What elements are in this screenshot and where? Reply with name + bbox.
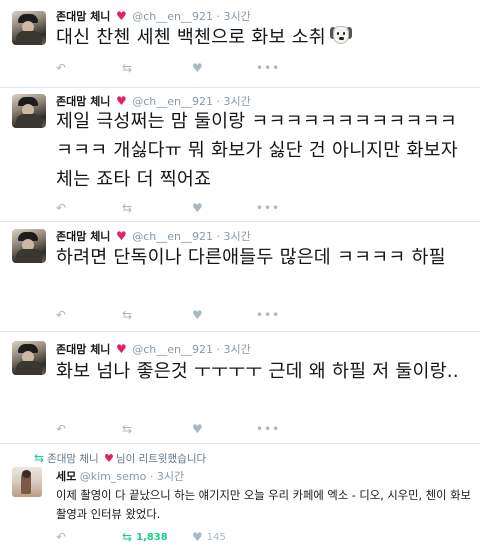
heart-icon: ♥ [115,342,127,356]
like-icon: ♥ [192,530,203,544]
avatar[interactable] [12,467,42,497]
retweet-icon[interactable]: ⇆ [122,422,132,436]
reply-icon[interactable]: ↶ [56,422,66,436]
timestamp[interactable]: 3시간 [223,10,250,23]
like-icon[interactable]: ♥ [192,61,203,75]
tweet[interactable]: 존대맘 체니 ♥ @ch__en__921 · 3시간 대신 찬첸 세첸 백첸으… [0,0,480,88]
avatar[interactable] [12,94,46,128]
separator-dot: · [216,10,220,23]
tweet-actions: ↶ ⇆ ♥ ••• [56,308,286,322]
reply-icon[interactable]: ↶ [56,201,66,215]
author-handle[interactable]: @ch__en__921 [132,343,213,356]
like-icon[interactable]: ♥ [192,201,203,215]
retweet-context: ⇆ 존대맘 체니 ♥ 님이 리트윗했습니다 [34,452,206,465]
tweet[interactable]: 존대맘 체니 ♥ @ch__en__921 · 3시간 하려면 단독이나 다른애… [0,222,480,332]
tweet-actions: ↶ ⇆ ♥ ••• [56,61,286,75]
tweet-header: 존대맘 체니 ♥ @ch__en__921 · 3시간 [56,229,251,244]
separator-dot: · [216,343,220,356]
tweet[interactable]: 존대맘 체니 ♥ @ch__en__921 · 3시간 화보 넘나 좋은것 ㅜㅜ… [0,332,480,444]
heart-icon: ♥ [115,9,127,23]
tweet-text: 대신 찬첸 세첸 백첸으로 화보 소취 [56,23,471,52]
tweet-header: 세모 @kim_semo · 3시간 [56,470,184,483]
tweet-header: 존대맘 체니 ♥ @ch__en__921 · 3시간 [56,342,251,357]
author-name[interactable]: 존대맘 체니 [56,230,110,243]
more-icon[interactable]: ••• [256,201,280,215]
author-handle[interactable]: @ch__en__921 [132,10,213,23]
author-name[interactable]: 세모 [56,470,76,483]
tweet-actions: ↶ ⇆ 1,838 ♥ 145 [56,530,286,544]
heart-icon: ♥ [104,452,114,465]
author-name[interactable]: 존대맘 체니 [56,10,110,23]
author-handle[interactable]: @kim_semo [80,470,147,483]
like-icon[interactable]: ♥ [192,308,203,322]
retweet-context-label: 님이 리트윗했습니다 [115,453,207,465]
retweet-count: 1,838 [136,532,168,543]
tweet-text-content: 대신 찬첸 세첸 백첸으로 화보 소취 [56,27,326,48]
timestamp[interactable]: 3시간 [223,343,250,356]
tweet-header: 존대맘 체니 ♥ @ch__en__921 · 3시간 [56,9,251,24]
retweet-icon: ⇆ [34,451,45,465]
retweet-icon[interactable]: ⇆ [122,201,132,215]
tweet-text: 하려면 단독이나 다른애들두 많은데 ㅋㅋㅋㅋ 하필 [56,247,446,268]
tweet[interactable]: 존대맘 체니 ♥ @ch__en__921 · 3시간 제일 극성쩌는 맘 둘이… [0,88,480,222]
avatar[interactable] [12,229,46,263]
like-icon[interactable]: ♥ [192,422,203,436]
like-button[interactable]: ♥ 145 [192,530,226,545]
heart-icon: ♥ [115,94,127,108]
dog-face-icon [329,24,352,46]
more-icon[interactable]: ••• [256,61,280,75]
separator-dot: · [216,230,220,243]
reply-icon[interactable]: ↶ [56,61,66,75]
tweet-text: 화보 넘나 좋은것 ㅜㅜㅜㅜ 근데 왜 하필 저 둘이랑.. [56,361,459,382]
retweet-icon: ⇆ [122,530,133,544]
author-name[interactable]: 존대맘 체니 [56,343,110,356]
like-count: 145 [206,532,226,543]
timestamp[interactable]: 3시간 [157,470,184,483]
retweeter-name[interactable]: 존대맘 체니 [47,453,99,465]
heart-icon: ♥ [115,229,127,243]
more-icon[interactable]: ••• [256,422,280,436]
avatar[interactable] [12,341,46,375]
retweet-button[interactable]: ⇆ 1,838 [122,530,168,545]
separator-dot: · [149,470,154,483]
reply-icon[interactable]: ↶ [56,308,66,322]
retweet-icon[interactable]: ⇆ [122,61,132,75]
tweet-actions: ↶ ⇆ ♥ ••• [56,201,286,215]
tweet-text: 이제 촬영이 다 끝났으니 하는 얘기지만 오늘 우리 카페에 엑소 - 디오,… [56,489,471,521]
author-handle[interactable]: @ch__en__921 [132,230,213,243]
avatar[interactable] [12,11,46,45]
tweet-actions: ↶ ⇆ ♥ ••• [56,422,286,436]
more-icon[interactable]: ••• [256,308,280,322]
tweet-text: 제일 극성쩌는 맘 둘이랑 ㅋㅋㅋㅋㅋㅋㅋㅋㅋㅋㅋㅋㅋㅋㅋ 개싫다ㅠ 뭐 화보가… [56,111,458,190]
reply-icon[interactable]: ↶ [56,530,66,544]
retweet-icon[interactable]: ⇆ [122,308,132,322]
timestamp[interactable]: 3시간 [223,230,250,243]
